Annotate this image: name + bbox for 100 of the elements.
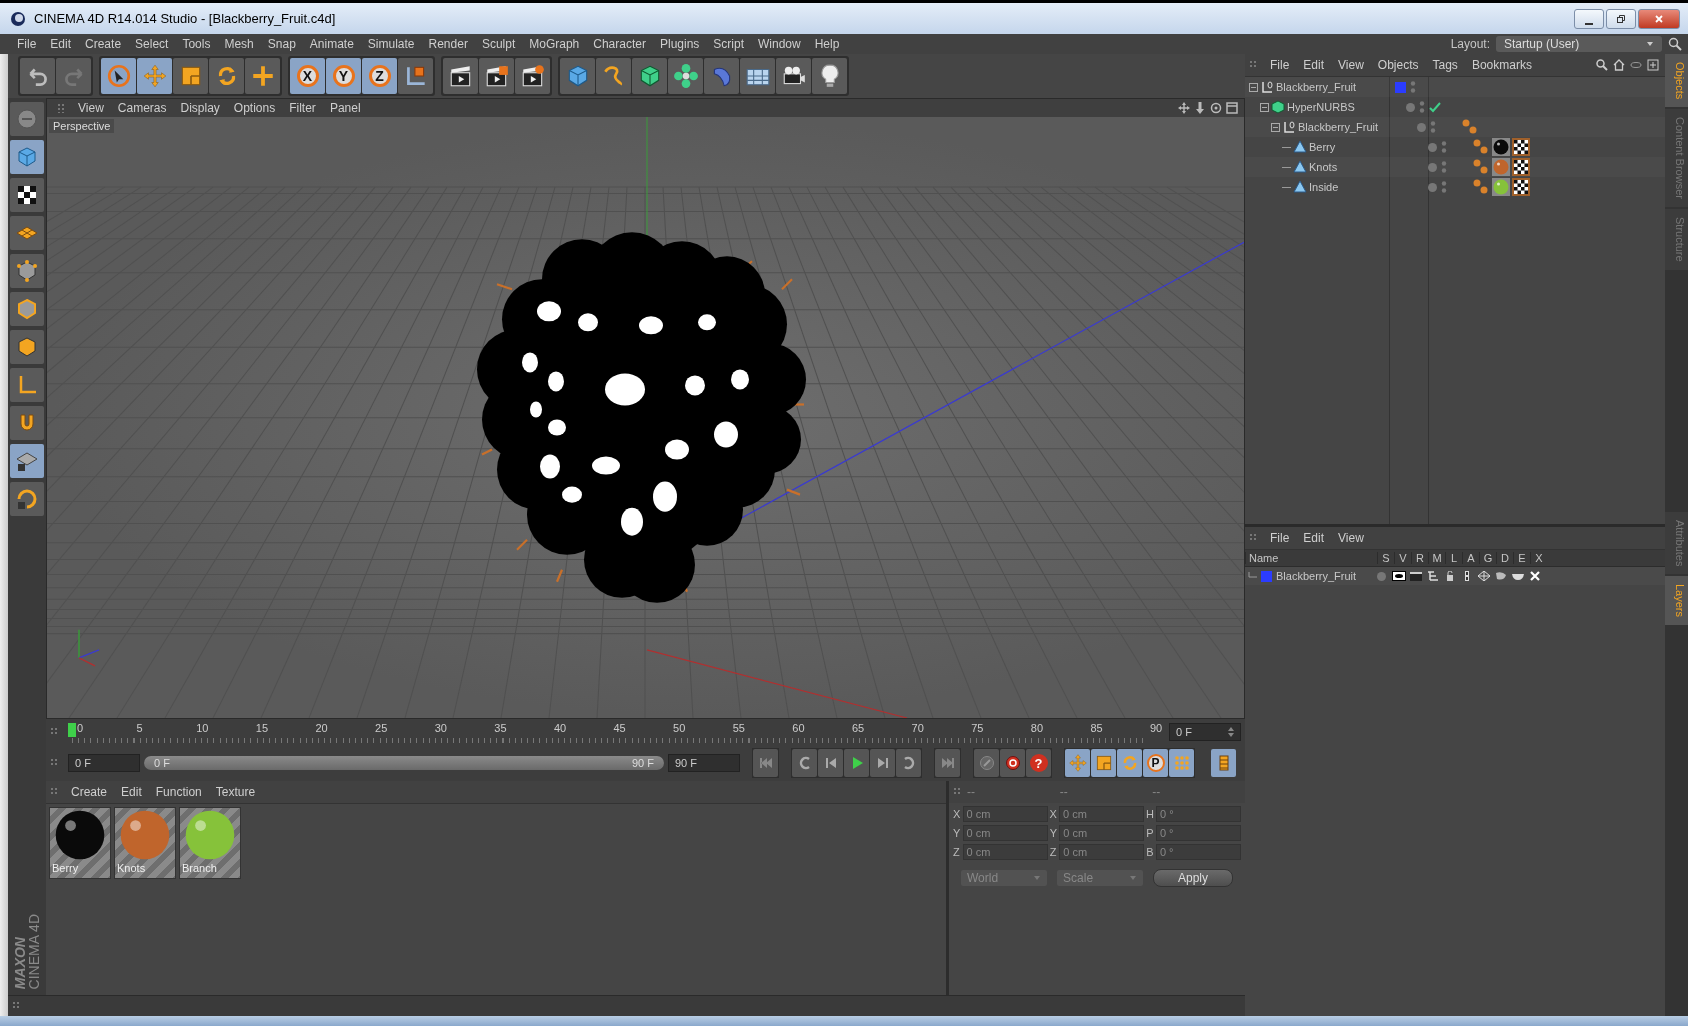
viewport-menu-item[interactable]: Options <box>226 101 283 115</box>
scale-button[interactable] <box>173 58 208 94</box>
column-header[interactable]: A <box>1462 552 1479 564</box>
menu-item[interactable]: Character <box>586 37 653 51</box>
nurbs-button[interactable] <box>632 58 667 94</box>
uvw-tag-icon[interactable] <box>1512 178 1530 196</box>
phong-tag-icon[interactable] <box>1472 178 1490 196</box>
material-tag-icon[interactable] <box>1492 138 1510 156</box>
start-frame-field[interactable]: 0 F <box>68 754 140 772</box>
layer-dot[interactable] <box>1428 182 1437 192</box>
texture-mode-button[interactable] <box>10 178 44 212</box>
scale-key-toggle[interactable] <box>1091 749 1116 777</box>
render-view-button[interactable] <box>443 58 478 94</box>
layer-row[interactable]: Blackberry_Fruit <box>1245 567 1665 585</box>
grip-icon[interactable] <box>50 727 60 737</box>
object-row[interactable]: Berry <box>1245 137 1665 157</box>
menu-item[interactable]: Mesh <box>217 37 261 51</box>
points-mode-button[interactable] <box>10 254 44 288</box>
lock-rotate-mode-button[interactable] <box>10 482 44 516</box>
undo-button[interactable] <box>20 58 55 94</box>
spinner-arrows-icon[interactable] <box>1228 727 1234 737</box>
column-header[interactable]: R <box>1411 552 1428 564</box>
object-menu-item[interactable]: Bookmarks <box>1464 58 1539 72</box>
object-name[interactable]: Blackberry_Fruit <box>1298 121 1379 133</box>
grip-icon[interactable] <box>57 103 67 113</box>
layer-dot[interactable] <box>1417 122 1426 132</box>
blackberry-drawing[interactable] <box>477 232 806 603</box>
column-header[interactable]: V <box>1394 552 1411 564</box>
column-header[interactable]: D <box>1496 552 1513 564</box>
axis-lock-button[interactable]: Y <box>326 58 361 94</box>
timeline-button[interactable] <box>1211 749 1236 777</box>
rotate-icon[interactable] <box>1210 102 1222 114</box>
viewport-menu-item[interactable]: Panel <box>322 101 368 115</box>
search-icon[interactable] <box>1596 59 1608 71</box>
camera-button[interactable] <box>776 58 811 94</box>
viewport-menu-item[interactable]: Filter <box>282 101 323 115</box>
viewport-menu-item[interactable]: Display <box>173 101 227 115</box>
object-row[interactable]: HyperNURBS <box>1245 97 1665 117</box>
next-frame-button[interactable] <box>870 749 895 777</box>
layer-menu-item[interactable]: View <box>1331 531 1371 545</box>
viewport-menu-item[interactable]: View <box>71 101 111 115</box>
grip-icon[interactable] <box>50 787 60 797</box>
parameter-key-toggle[interactable]: P <box>1143 749 1168 777</box>
layer-color-swatch[interactable] <box>1261 570 1272 582</box>
end-frame-field[interactable]: 90 F <box>668 754 740 772</box>
column-header[interactable]: X <box>1530 552 1547 564</box>
collapse-icon[interactable] <box>1260 102 1269 112</box>
visibility-dots-icon[interactable] <box>1419 100 1425 114</box>
menu-item[interactable]: Create <box>78 37 129 51</box>
cube-button[interactable] <box>560 58 595 94</box>
column-header[interactable]: E <box>1513 552 1530 564</box>
menu-item[interactable]: Sculpt <box>474 37 523 51</box>
magnet-mode-button[interactable] <box>10 406 44 440</box>
axis-lock-button[interactable]: Z <box>362 58 397 94</box>
material-menu-item[interactable]: Edit <box>114 785 149 799</box>
visibility-dots-icon[interactable] <box>1441 160 1447 174</box>
previous-frame-button[interactable] <box>818 749 843 777</box>
render-picture-button[interactable] <box>479 58 514 94</box>
menu-item[interactable]: Render <box>421 37 475 51</box>
autokey-button[interactable]: ? <box>1026 749 1051 777</box>
material-menu-item[interactable]: Create <box>64 785 115 799</box>
side-tab[interactable]: Objects <box>1665 54 1688 108</box>
coordinate-system-button[interactable] <box>398 58 433 94</box>
current-frame-field[interactable]: 0 F <box>1169 723 1241 741</box>
material-thumbnail[interactable]: Branch <box>179 807 241 879</box>
record-button[interactable] <box>1000 749 1025 777</box>
material-menu-item[interactable]: Texture <box>208 785 263 799</box>
menu-item[interactable]: Help <box>807 37 847 51</box>
rotate-button[interactable] <box>209 58 244 94</box>
clapperboard-icon[interactable] <box>1408 571 1423 581</box>
material-thumbnail[interactable]: Knots <box>114 807 176 879</box>
go-to-end-button[interactable] <box>935 749 960 777</box>
phong-tag-icon[interactable] <box>1472 158 1490 176</box>
light-button[interactable] <box>812 58 847 94</box>
uvw-tag-icon[interactable] <box>1512 158 1530 176</box>
floor-button[interactable] <box>740 58 775 94</box>
menu-item[interactable]: Window <box>751 37 808 51</box>
object-name[interactable]: Knots <box>1309 161 1338 173</box>
material-menu-item[interactable]: Function <box>148 785 209 799</box>
viewport[interactable]: Perspective <box>47 117 1244 718</box>
menu-item[interactable]: File <box>10 37 44 51</box>
move-arrows-icon[interactable] <box>1178 102 1190 114</box>
move-key-toggle[interactable] <box>1065 749 1090 777</box>
play-button[interactable] <box>844 749 869 777</box>
layer-name[interactable]: Blackberry_Fruit <box>1276 570 1357 582</box>
zoom-arrow-icon[interactable] <box>1194 102 1206 114</box>
object-menu-item[interactable]: Objects <box>1370 58 1426 72</box>
collapse-icon[interactable] <box>1271 122 1280 132</box>
object-row[interactable]: Blackberry_Fruit <box>1245 117 1665 137</box>
phong-tag-icon[interactable] <box>1472 138 1490 156</box>
menu-item[interactable]: Animate <box>302 37 361 51</box>
column-header[interactable]: G <box>1479 552 1496 564</box>
grip-icon[interactable] <box>953 787 963 797</box>
menu-item[interactable]: Tools <box>175 37 218 51</box>
eye-icon[interactable] <box>1391 571 1406 581</box>
edges-mode-button[interactable] <box>10 292 44 326</box>
solo-dot[interactable] <box>1377 571 1386 581</box>
object-menu-item[interactable]: Edit <box>1296 58 1332 72</box>
object-menu-item[interactable]: View <box>1331 58 1371 72</box>
object-name[interactable]: HyperNURBS <box>1287 101 1355 113</box>
